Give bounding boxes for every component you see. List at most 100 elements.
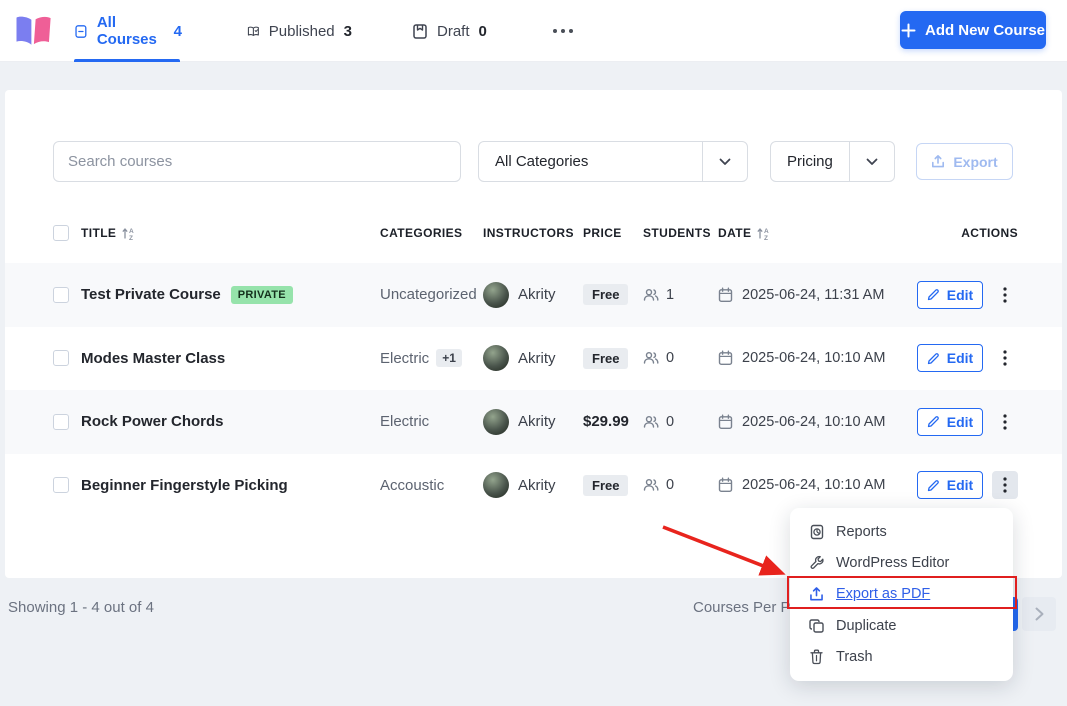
pricing-select[interactable]: Pricing [770,141,895,182]
course-title[interactable]: Modes Master Class [81,350,225,367]
svg-text:Z: Z [129,235,133,241]
table-header-row: TITLE A Z CATEGORIES INSTRUCTORS PRICE S… [5,211,1062,255]
add-new-course-button[interactable]: Add New Course [900,11,1046,49]
row-checkbox[interactable] [53,477,69,494]
menu-item-label: Duplicate [836,617,897,634]
active-tab-underline [74,59,180,62]
column-title[interactable]: TITLE A Z [81,226,380,241]
tab-published[interactable]: Published 3 [247,0,352,62]
edit-button[interactable]: Edit [917,344,983,373]
course-date: 2025-06-24, 11:31 AM [742,286,885,303]
column-actions: ACTIONS [961,226,1018,240]
pricing-selected-value: Pricing [787,153,833,170]
table-row: Test Private Course PRIVATE Uncategorize… [5,263,1062,327]
course-title[interactable]: Beginner Fingerstyle Picking [81,477,288,494]
calendar-icon [718,350,733,366]
students-icon [643,479,659,491]
instructor-avatar [483,408,509,435]
course-date: 2025-06-24, 10:10 AM [742,350,886,367]
menu-item-duplicate[interactable]: Duplicate [790,610,1013,641]
sort-icon[interactable]: A Z [756,226,771,241]
sort-icon[interactable]: A Z [121,226,136,241]
draft-icon [413,23,427,39]
tab-label: Published [268,22,335,40]
students-icon [643,415,659,428]
instructor-name: Akrity [518,413,556,431]
pencil-icon [927,289,939,301]
trash-icon [808,649,825,665]
export-pdf-icon [808,586,825,602]
category-select[interactable]: All Categories [478,141,748,182]
svg-text:A: A [764,228,769,235]
column-date[interactable]: DATE A Z [718,226,961,241]
students-count: 0 [666,350,675,367]
wrench-icon [808,555,825,571]
course-title[interactable]: Test Private Course [81,286,221,303]
published-icon [247,26,259,36]
kebab-icon [1003,350,1007,366]
tab-draft[interactable]: Draft 0 [412,0,489,62]
plus-icon [901,23,916,37]
column-instructors: INSTRUCTORS [483,226,574,240]
pagination-next-button[interactable] [1022,597,1056,631]
row-actions-menu-button[interactable] [992,344,1018,372]
instructor-avatar [483,472,509,499]
row-actions-menu-button[interactable] [992,281,1018,309]
row-checkbox[interactable] [53,413,69,430]
course-date: 2025-06-24, 10:10 AM [742,413,886,430]
students-count: 0 [666,413,675,430]
svg-text:Z: Z [764,235,768,241]
all-courses-icon [75,24,87,38]
row-checkbox[interactable] [53,286,69,303]
chevron-down-icon [702,142,747,181]
search-input[interactable] [53,141,461,182]
categories-more-tag: +1 [436,349,462,368]
edit-button[interactable]: Edit [917,471,983,500]
export-button[interactable]: Export [916,143,1013,180]
export-label: Export [953,153,998,170]
courses-card: All Categories Pricing Export [5,90,1062,578]
table-row: Rock Power Chords Electric Akrity $29.99… [5,390,1062,454]
top-bar: All Courses 4 Published 3 Draft 0 Add Ne… [0,0,1067,62]
pencil-icon [927,416,939,428]
menu-item-label: Trash [836,649,873,666]
menu-item-reports[interactable]: Reports [790,516,1013,547]
menu-item-label: WordPress Editor [836,555,950,572]
pagination-summary: Showing 1 - 4 out of 4 [8,599,154,616]
menu-item-trash[interactable]: Trash [790,642,1013,673]
course-status-tabs: All Courses 4 Published 3 Draft 0 [74,0,579,62]
calendar-icon [718,287,733,302]
course-title[interactable]: Rock Power Chords [81,413,224,430]
tab-count: 4 [173,22,182,40]
pencil-icon [927,479,939,491]
row-actions-menu-button[interactable] [992,408,1018,436]
private-status-badge: PRIVATE [230,285,293,304]
course-categories: Accoustic [380,476,445,494]
menu-item-label: Reports [836,523,887,540]
edit-button[interactable]: Edit [917,280,983,309]
menu-item-export-as-pdf[interactable]: Export as PDF [790,579,1013,610]
row-actions-menu-button-open[interactable] [992,471,1018,500]
tab-all-courses[interactable]: All Courses 4 [74,0,182,62]
instructor-name: Akrity [518,286,556,304]
pencil-icon [927,352,939,364]
course-categories: Electric [380,349,430,367]
tab-count: 0 [478,22,487,40]
kebab-icon [1003,414,1007,430]
row-checkbox[interactable] [53,350,69,367]
table-body: Test Private Course PRIVATE Uncategorize… [5,263,1062,517]
edit-button[interactable]: Edit [917,407,983,436]
category-selected-value: All Categories [495,153,589,170]
tab-count: 3 [343,22,352,40]
column-categories: CATEGORIES [380,226,463,240]
course-categories: Uncategorized [380,286,477,304]
instructor-name: Akrity [518,349,556,367]
menu-item-label: Export as PDF [836,586,931,603]
more-tabs-button[interactable] [547,23,579,39]
duplicate-icon [808,618,825,634]
course-categories: Electric [380,413,430,431]
tab-label: All Courses [96,14,157,48]
menu-item-wordpress-editor[interactable]: WordPress Editor [790,547,1013,578]
select-all-checkbox[interactable] [53,225,69,241]
tab-label: Draft [437,22,470,40]
